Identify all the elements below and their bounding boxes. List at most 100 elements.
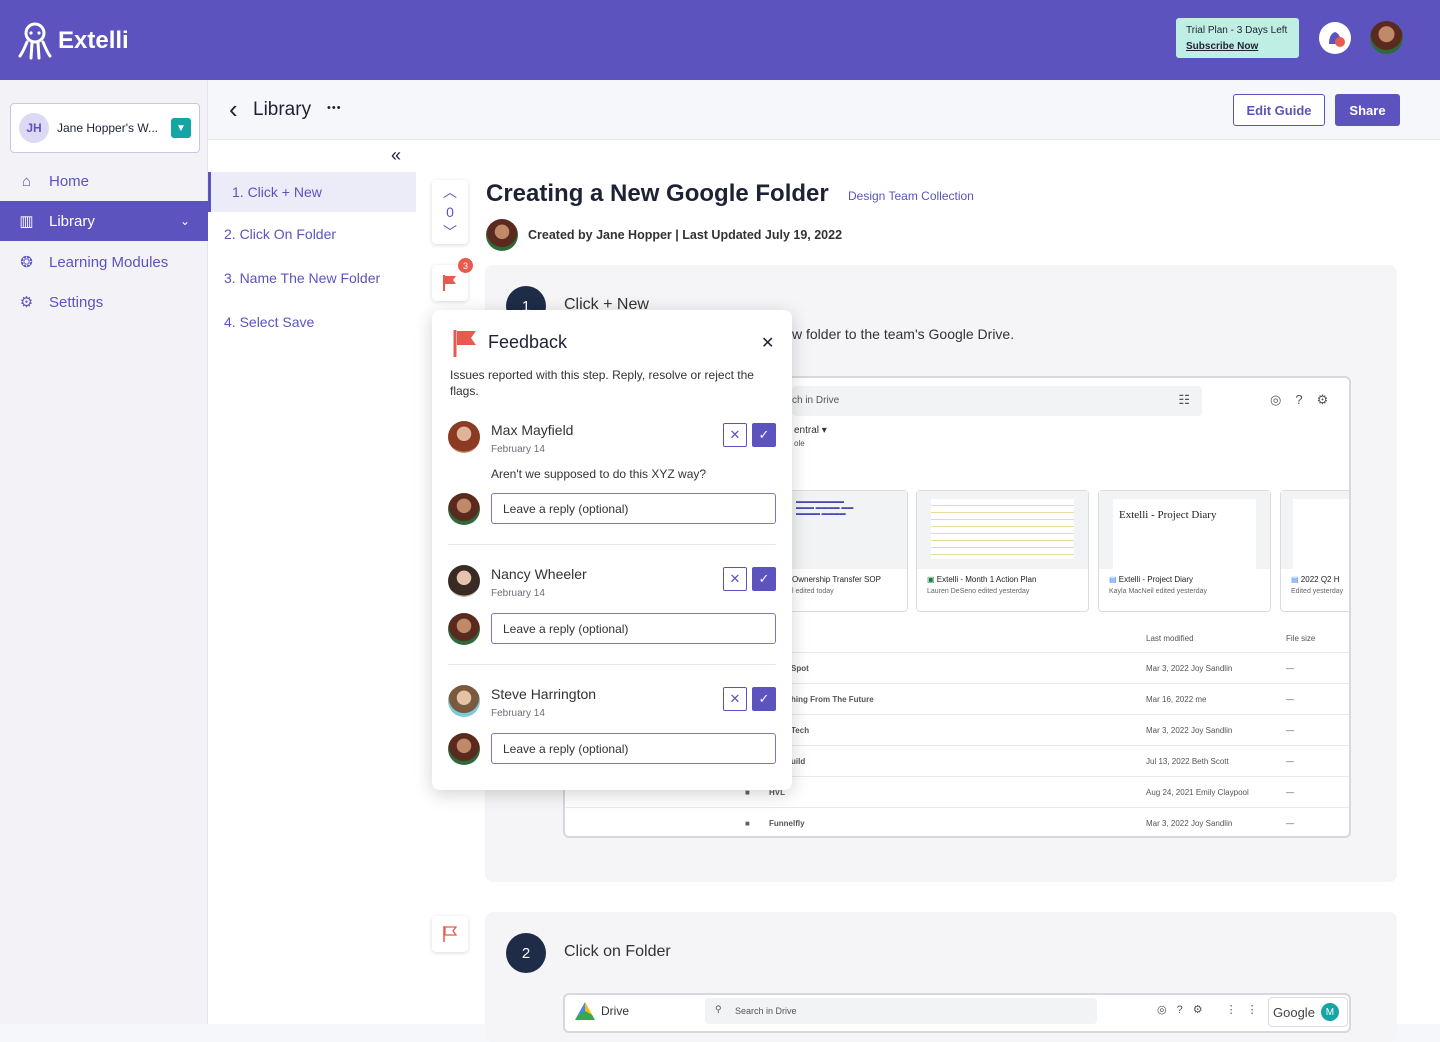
resolve-flag-button[interactable]: ✓ [752, 687, 776, 711]
sidebar-item-label: Library [49, 212, 95, 230]
docs-icon: ▤ [1291, 575, 1299, 584]
my-avatar [448, 493, 480, 525]
file-card-sub: Kayla MacNeil edited yesterday [1109, 588, 1208, 595]
app-name: Extelli [58, 27, 129, 54]
notification-icon[interactable] [1319, 22, 1351, 54]
drive-search-bar[interactable]: ⚲ Search in Drive [705, 998, 1097, 1024]
collapse-icon[interactable]: « [391, 145, 401, 166]
author-avatar [486, 219, 518, 251]
row-date: Jul 13, 2022 Beth Scott [1146, 756, 1229, 766]
sidebar-item-label: Learning Modules [49, 253, 169, 271]
edit-guide-button[interactable]: Edit Guide [1233, 94, 1325, 126]
flag-button[interactable] [432, 916, 468, 952]
my-avatar [448, 733, 480, 765]
reject-flag-button[interactable]: ✕ [723, 567, 747, 591]
drive-header-icons: ◎?⚙ [1270, 392, 1343, 407]
workspace-switcher[interactable]: JH Jane Hopper's W... ▼ [10, 103, 200, 153]
downvote-icon[interactable]: ﹀ [443, 222, 457, 242]
col-file-size: File size [1286, 634, 1316, 643]
step-item-4[interactable]: 4. Select Save [208, 302, 416, 342]
subscribe-link[interactable]: Subscribe Now [1186, 39, 1289, 55]
step-2-number: 2 [506, 933, 546, 973]
divider [448, 664, 776, 665]
collection-link[interactable]: Design Team Collection [848, 189, 974, 203]
row-size: — [1286, 694, 1294, 704]
feedback-popup: Feedback ✕ Issues reported with this ste… [432, 310, 792, 790]
gear-icon: ⚙ [19, 294, 34, 311]
resolve-flag-button[interactable]: ✓ [752, 423, 776, 447]
flag-icon [443, 275, 456, 291]
feedback-title: Feedback [488, 332, 568, 352]
commenter-name: Max Mayfield [491, 422, 574, 438]
app-logo[interactable]: Extelli [18, 22, 129, 60]
trial-banner[interactable]: Trial Plan - 3 Days Left Subscribe Now [1176, 18, 1299, 58]
docs-icon: ▤ [1109, 575, 1117, 584]
drive-search-text: ch in Drive [792, 395, 840, 406]
comment-text: Aren't we supposed to do this XYZ way? [491, 467, 707, 481]
my-avatar [448, 613, 480, 645]
drive-folder-label: entral [794, 425, 820, 436]
page-title: Library [253, 99, 312, 120]
more-options-icon[interactable]: ••• [327, 102, 342, 114]
drive-folder-sub: ole [794, 439, 805, 448]
flag-icon [453, 330, 476, 357]
comment-date: February 14 [491, 708, 545, 719]
row-date: Mar 3, 2022 Joy Sandlin [1146, 725, 1233, 735]
reject-flag-button[interactable]: ✕ [723, 687, 747, 711]
file-card[interactable]: Extelli - Project Diary ▤ Extelli - Proj… [1098, 490, 1271, 612]
reply-input[interactable]: Leave a reply (optional) [491, 613, 776, 644]
google-account[interactable]: Google M [1268, 997, 1348, 1027]
upvote-icon[interactable]: ︿ [443, 182, 457, 202]
step-1-description: w folder to the team's Google Drive. [792, 326, 1015, 342]
modules-icon: ❂ [20, 254, 33, 271]
step-item-1[interactable]: 1. Click + New [208, 172, 416, 212]
commenter-avatar [448, 565, 480, 597]
step-item-3[interactable]: 3. Name The New Folder [208, 258, 416, 298]
table-row[interactable]: ■ Funnelfly Mar 3, 2022 Joy Sandlin — [565, 807, 1349, 836]
reject-flag-button[interactable]: ✕ [723, 423, 747, 447]
back-icon[interactable]: ‹ [229, 94, 238, 124]
row-date: Aug 24, 2021 Emily Claypool [1146, 787, 1249, 797]
reply-input[interactable]: Leave a reply (optional) [491, 493, 776, 524]
sidebar-item-home[interactable]: ⌂ Home [0, 162, 208, 200]
drive-header-icons: ◎?⚙ ⋮⋮ [1157, 1004, 1268, 1016]
commenter-name: Steve Harrington [491, 686, 597, 702]
sidebar-item-label: Settings [49, 293, 104, 311]
comment-date: February 14 [491, 444, 545, 455]
chevron-down-icon[interactable]: ▼ [171, 118, 191, 138]
feedback-description: Issues reported with this step. Reply, r… [450, 368, 754, 398]
share-button[interactable]: Share [1335, 94, 1400, 126]
vote-count: 0 [446, 204, 454, 220]
sidebar-item-library[interactable]: ▥ Library ⌄ [0, 201, 208, 241]
chevron-down-icon: ⌄ [179, 214, 190, 228]
step-item-2[interactable]: 2. Click On Folder [208, 214, 416, 254]
sheets-icon: ▣ [927, 575, 935, 584]
file-card-title: Ownership Transfer SOP [792, 575, 881, 584]
row-name: uild [791, 756, 806, 766]
row-size: — [1286, 725, 1294, 735]
home-icon: ⌂ [21, 172, 32, 190]
row-date: Mar 3, 2022 Joy Sandlin [1146, 818, 1233, 828]
row-size: — [1286, 663, 1294, 673]
octopus-logo-icon [18, 22, 52, 60]
file-card-sub: Lauren DeSeno edited yesterday [927, 588, 1030, 595]
google-wordmark: Google [1273, 1004, 1315, 1020]
close-icon[interactable]: ✕ [761, 333, 774, 353]
sidebar-item-learning-modules[interactable]: ❂ Learning Modules [0, 243, 208, 281]
file-card[interactable]: ▤ 2022 Q2 H Edited yesterday [1280, 490, 1349, 612]
commenter-avatar [448, 685, 480, 717]
resolve-flag-button[interactable]: ✓ [752, 567, 776, 591]
file-card[interactable]: ▣ Extelli - Month 1 Action Plan Lauren D… [916, 490, 1089, 612]
file-card-title: 2022 Q2 H [1300, 575, 1340, 584]
step-2-screenshot: Drive ⚲ Search in Drive ◎?⚙ ⋮⋮ Google M [563, 993, 1351, 1033]
file-card[interactable]: ▬▬▬▬▬▬▬▬ ▬▬▬ ▬▬▬▬ ▬▬ ▬▬▬▬ ▬▬▬▬ Ownership T… [785, 490, 908, 612]
vote-widget: ︿ 0 ﹀ [432, 180, 468, 244]
guide-title: Creating a New Google Folder [486, 180, 829, 207]
user-avatar[interactable] [1370, 21, 1403, 54]
reply-input[interactable]: Leave a reply (optional) [491, 733, 776, 764]
file-card-sub: Edited yesterday [1291, 588, 1344, 595]
search-icon: ⚲ [715, 1004, 722, 1014]
trial-status: Trial Plan - 3 Days Left [1186, 25, 1288, 36]
drive-search-bar: ch in Drive ☷ [792, 386, 1202, 416]
sidebar-item-settings[interactable]: ⚙ Settings [0, 283, 208, 321]
